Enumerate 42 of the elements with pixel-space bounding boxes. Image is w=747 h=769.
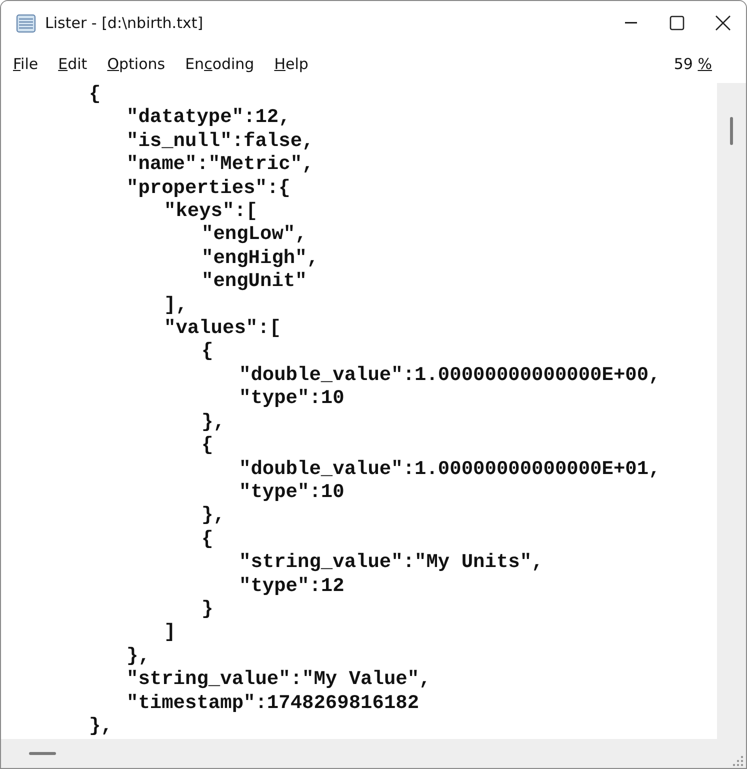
code-line: "datatype":12, [126, 106, 290, 130]
code-line: "engHigh", [202, 246, 319, 270]
code-line: { [202, 434, 214, 458]
notepad-icon [15, 12, 37, 34]
menu-item[interactable]: Encoding [185, 53, 254, 75]
code-line: "string_value":"My Value", [126, 668, 431, 692]
menu-item[interactable]: File [13, 53, 38, 75]
resize-grip-icon[interactable] [733, 756, 743, 766]
code-line: "timestamp":1748269816182 [126, 692, 420, 715]
close-icon [715, 15, 731, 31]
code-line: }, [202, 410, 225, 434]
minimize-icon [625, 22, 637, 24]
code-line: }, [89, 714, 112, 738]
zoom-level[interactable]: 59 % [674, 53, 712, 75]
code-line: "type":10 [239, 387, 344, 411]
code-line: } [202, 598, 214, 622]
code-line: "is_null":false, [126, 130, 314, 154]
code-line: "values":[ [164, 317, 282, 340]
code-line: "engLow", [202, 223, 307, 247]
menu-item[interactable]: Options [107, 53, 166, 75]
code-line: "engUnit" [202, 270, 307, 294]
code-line: ], [164, 294, 188, 318]
code-line: ] [164, 621, 176, 645]
code-line: "string_value":"My Units", [239, 551, 544, 575]
code-line: }, [126, 644, 150, 668]
code-line: "keys":[ [164, 200, 258, 224]
code-line: "name":"Metric", [126, 153, 314, 177]
menu-item[interactable]: Edit [58, 53, 88, 75]
maximize-icon [669, 15, 685, 31]
code-line: { [202, 528, 214, 552]
code-line: { [202, 340, 214, 364]
code-line: }, [202, 504, 225, 528]
scroll-thumb[interactable] [730, 117, 733, 145]
scroll-thumb[interactable] [29, 752, 56, 755]
code-line: "type":10 [239, 480, 344, 504]
code-line: "properties":{ [126, 176, 290, 200]
code-line: "type":12 [239, 574, 344, 598]
code-line: { [89, 83, 101, 106]
menu-item[interactable]: Help [274, 53, 308, 75]
code-line: "double_value":1.00000000000000E+00, [239, 364, 660, 388]
window-title: Lister - [d:\nbirth.txt] [45, 14, 204, 32]
code-line: "double_value":1.00000000000000E+01, [239, 458, 660, 481]
